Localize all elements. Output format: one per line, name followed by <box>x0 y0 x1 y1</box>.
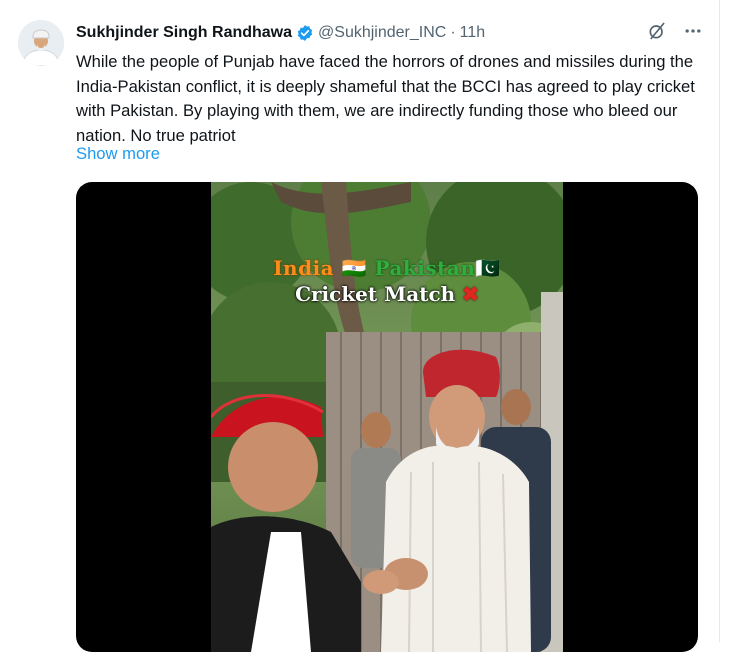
timeline-border <box>719 0 720 642</box>
more-options-icon[interactable] <box>682 20 704 42</box>
tweet-header: Sukhjinder Singh Randhawa @Sukhjinder_IN… <box>76 22 485 44</box>
video-overlay-title: India 🇮🇳 Pakistan🇵🇰 <box>211 256 563 280</box>
tweet-text: While the people of Punjab have faced th… <box>76 52 695 145</box>
tweet-top-actions <box>646 20 704 42</box>
author-handle[interactable]: @Sukhjinder_INC <box>318 24 446 42</box>
timestamp[interactable]: 11h <box>460 24 486 42</box>
video-still-image <box>211 182 563 652</box>
overlay-india-text: India <box>273 256 342 280</box>
pakistan-flag-icon: 🇵🇰 <box>475 256 501 280</box>
author-name[interactable]: Sukhjinder Singh Randhawa <box>76 24 292 42</box>
tweet-video[interactable]: India 🇮🇳 Pakistan🇵🇰 Cricket Match ✖ <box>76 182 698 652</box>
overlay-cricket-match-text: Cricket Match <box>295 282 456 306</box>
verified-badge-icon <box>296 24 314 42</box>
grok-slash-icon[interactable] <box>646 20 668 42</box>
avatar[interactable] <box>18 20 64 66</box>
india-flag-icon: 🇮🇳 <box>341 256 367 280</box>
overlay-pakistan-text: Pakistan <box>367 256 476 280</box>
cross-mark-icon: ✖ <box>462 282 479 306</box>
video-frame[interactable]: India 🇮🇳 Pakistan🇵🇰 Cricket Match ✖ <box>211 182 563 652</box>
separator-dot: · <box>450 24 456 41</box>
video-overlay-subtitle: Cricket Match ✖ <box>211 282 563 306</box>
tweet[interactable]: Sukhjinder Singh Randhawa @Sukhjinder_IN… <box>0 0 730 652</box>
show-more-link[interactable]: Show more <box>76 144 160 164</box>
